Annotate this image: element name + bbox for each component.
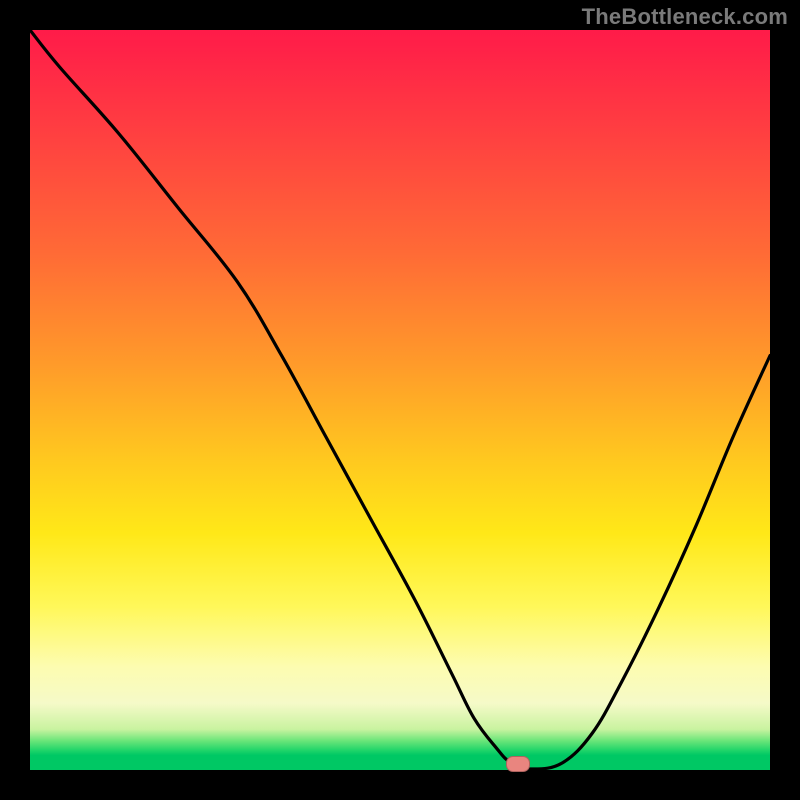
plot-area [30,30,770,770]
attribution-text: TheBottleneck.com [582,4,788,30]
chart-frame: TheBottleneck.com [0,0,800,800]
optimal-marker [506,756,530,772]
bottleneck-curve [30,30,770,770]
